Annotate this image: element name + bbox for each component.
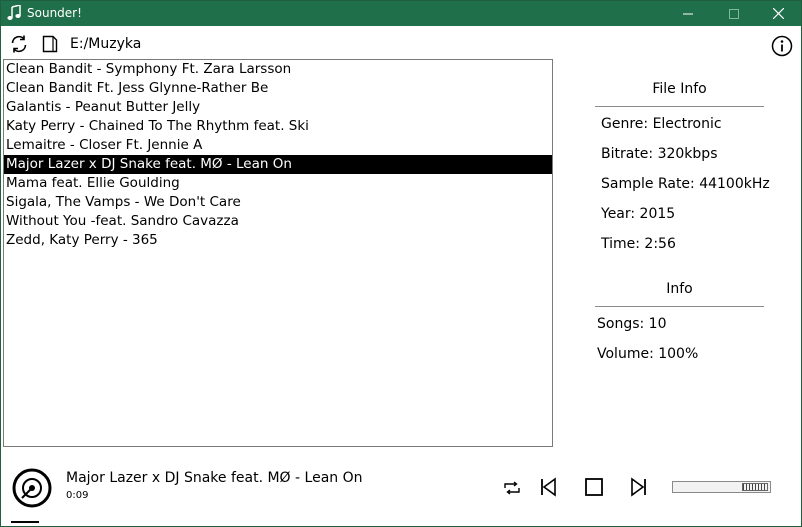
song-list-item[interactable]: Without You -feat. Sandro Cavazza [4, 212, 552, 231]
close-button[interactable] [755, 1, 801, 26]
song-list-item[interactable]: Zedd, Katy Perry - 365 [4, 231, 552, 250]
music-note-icon [7, 4, 21, 21]
refresh-icon[interactable] [9, 34, 29, 54]
bitrate-value: Bitrate: 320kbps [601, 146, 718, 162]
previous-icon[interactable] [539, 477, 559, 497]
next-icon[interactable] [628, 477, 648, 497]
volume-value: Volume: 100% [597, 346, 699, 362]
folder-path: E:/Muzyka [70, 36, 142, 52]
file-info-heading: File Info [652, 81, 707, 97]
song-list-item[interactable]: Clean Bandit Ft. Jess Glynne-Rather Be [4, 79, 552, 98]
stop-icon[interactable] [584, 477, 604, 497]
song-list[interactable]: Clean Bandit - Symphony Ft. Zara Larsson… [3, 59, 553, 447]
window-title: Sounder! [27, 6, 82, 20]
genre-value: Genre: Electronic [601, 116, 722, 132]
maximize-icon [729, 8, 739, 19]
document-icon[interactable] [40, 34, 60, 54]
song-list-item[interactable]: Sigala, The Vamps - We Don't Care [4, 193, 552, 212]
disc-icon [12, 468, 52, 508]
minimize-icon [683, 13, 693, 14]
song-list-item[interactable]: Mama feat. Ellie Goulding [4, 174, 552, 193]
song-list-item[interactable]: Lemaitre - Closer Ft. Jennie A [4, 136, 552, 155]
song-list-item[interactable]: Clean Bandit - Symphony Ft. Zara Larsson [4, 60, 552, 79]
now-playing-title: Major Lazer x DJ Snake feat. MØ - Lean O… [66, 470, 363, 486]
sample-rate-value: Sample Rate: 44100kHz [601, 176, 770, 192]
divider [595, 106, 764, 107]
volume-slider-thumb[interactable] [742, 483, 768, 491]
close-icon [772, 8, 784, 19]
songs-count: Songs: 10 [597, 316, 667, 332]
info-heading: Info [666, 281, 693, 297]
song-list-item[interactable]: Major Lazer x DJ Snake feat. MØ - Lean O… [4, 155, 552, 174]
year-value: Year: 2015 [601, 206, 676, 222]
playback-progress [11, 521, 39, 523]
info-icon[interactable] [771, 35, 793, 57]
song-list-item[interactable]: Katy Perry - Chained To The Rhythm feat.… [4, 117, 552, 136]
app-window: Sounder! E:/Muzyka Clean Bandit - Sympho… [0, 0, 802, 527]
volume-slider[interactable] [672, 481, 771, 493]
maximize-button[interactable] [711, 1, 757, 26]
time-value: Time: 2:56 [601, 236, 676, 252]
divider [595, 306, 764, 307]
title-bar[interactable]: Sounder! [1, 1, 801, 26]
minimize-button[interactable] [665, 1, 711, 26]
song-list-item[interactable]: Galantis - Peanut Butter Jelly [4, 98, 552, 117]
repeat-icon[interactable] [503, 479, 521, 497]
elapsed-time: 0:09 [66, 490, 89, 501]
